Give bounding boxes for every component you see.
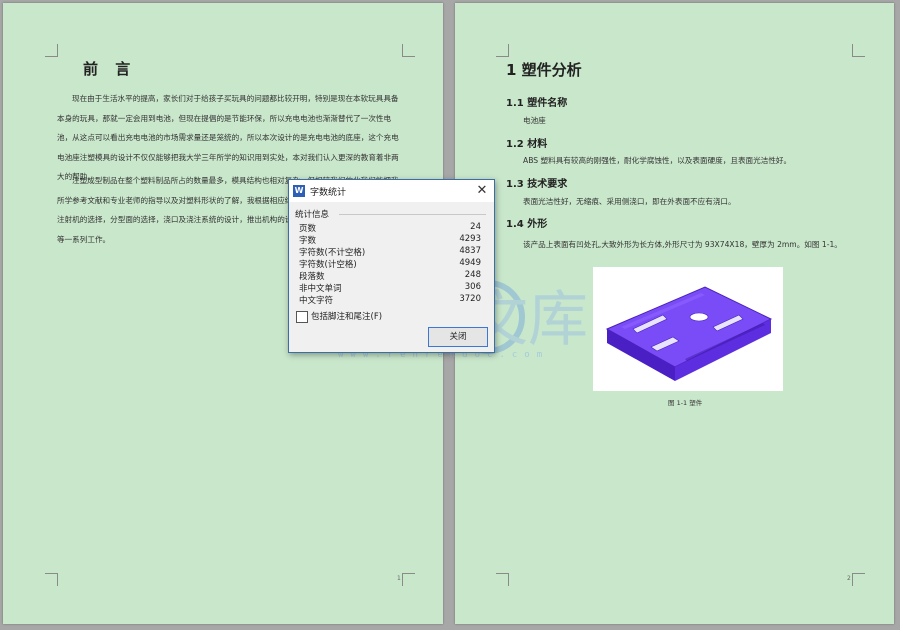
stat-label-pages: 页数 — [299, 224, 317, 234]
section-heading-1-3: 1.3 技术要求 — [506, 179, 568, 190]
stat-label-non-chinese-words: 非中文单词 — [299, 284, 342, 294]
include-footnotes-label[interactable]: 包括脚注和尾注(F) — [311, 310, 382, 322]
margin-corner-top-left — [496, 44, 509, 57]
margin-corner-top-left — [45, 44, 58, 57]
section-text-1-4: 该产品上表面有凹处孔,大致外形为长方体,外形尺寸为 93X74X18，壁厚为 2… — [523, 240, 842, 249]
stat-value-chars-with-spaces: 4949 — [459, 258, 481, 268]
figure-caption: 图 1-1 塑件 — [668, 399, 703, 407]
margin-corner-bottom-right — [852, 573, 865, 586]
margin-corner-top-right — [852, 44, 865, 57]
stat-label-chars-no-spaces: 字符数(不计空格) — [299, 248, 366, 258]
stat-label-paragraphs: 段落数 — [299, 272, 325, 282]
stat-value-words: 4293 — [459, 234, 481, 244]
section-text-1-1: 电池座 — [523, 116, 546, 125]
margin-corner-top-right — [402, 44, 415, 57]
close-button[interactable]: 关闭 — [428, 327, 488, 347]
dialog-titlebar[interactable]: W 字数统计 ✕ — [289, 180, 494, 202]
page-number: 1 — [397, 575, 401, 582]
chapter-title: 1 塑件分析 — [506, 61, 582, 79]
section-text-1-2: ABS 塑料具有较高的刚强性，耐化学腐蚀性，以及表面硬度，且表面光洁性好。 — [523, 156, 792, 165]
preface-title: 前 言 — [83, 60, 137, 78]
stat-value-chinese-chars: 3720 — [459, 294, 481, 304]
margin-corner-bottom-left — [45, 573, 58, 586]
section-heading-1-4: 1.4 外形 — [506, 219, 548, 230]
part-3d-render — [605, 286, 773, 381]
stat-value-paragraphs: 248 — [464, 270, 481, 280]
stat-label-chars-with-spaces: 字符数(计空格) — [299, 260, 357, 270]
close-icon[interactable]: ✕ — [472, 181, 492, 201]
document-page-2: 1 塑件分析 1.1 塑件名称 电池座 1.2 材料 ABS 塑料具有较高的刚强… — [455, 3, 894, 624]
section-heading-1-1: 1.1 塑件名称 — [506, 98, 568, 109]
page-number: 2 — [847, 575, 851, 582]
stat-value-non-chinese-words: 306 — [464, 282, 481, 292]
figure-part-image — [593, 267, 783, 391]
include-footnotes-checkbox[interactable] — [296, 311, 308, 323]
stat-value-pages: 24 — [470, 222, 481, 232]
statistics-group-label: 统计信息 — [295, 210, 330, 220]
stat-label-words: 字数 — [299, 236, 317, 246]
margin-corner-bottom-right — [402, 573, 415, 586]
section-heading-1-2: 1.2 材料 — [506, 139, 548, 150]
word-count-dialog: W 字数统计 ✕ 统计信息 页数 24 字数 4293 字符数(不计空格) 48… — [288, 179, 495, 353]
margin-corner-bottom-left — [496, 573, 509, 586]
stat-value-chars-no-spaces: 4837 — [459, 246, 481, 256]
dialog-title: 字数统计 — [310, 188, 347, 198]
stat-label-chinese-chars: 中文字符 — [299, 296, 334, 306]
word-app-icon: W — [293, 185, 305, 197]
section-text-1-3: 表面光洁性好，无缩痕、采用侧浇口，即在外表面不应有浇口。 — [523, 197, 736, 206]
group-separator — [339, 214, 486, 215]
